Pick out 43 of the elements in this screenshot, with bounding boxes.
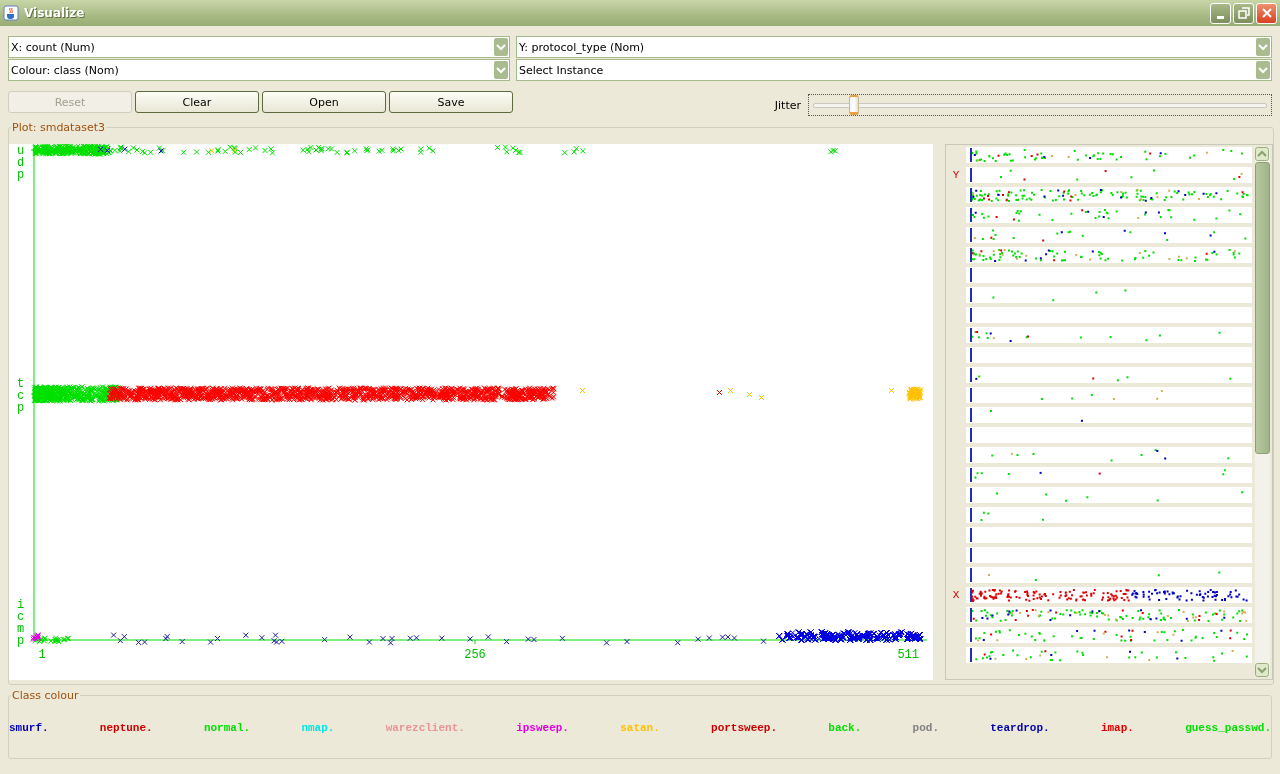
jitter-label: Jitter	[774, 98, 801, 112]
chevron-down-icon	[496, 43, 506, 51]
axis-marker: X	[952, 589, 960, 601]
x-tick-label: 511	[897, 648, 919, 662]
scroll-up-icon[interactable]	[1255, 147, 1269, 161]
class-label[interactable]: smurf.	[9, 722, 49, 734]
minimize-button[interactable]	[1210, 2, 1231, 24]
class-label[interactable]: ipsweep.	[516, 722, 569, 734]
toolbar-button[interactable]: Open	[262, 91, 386, 113]
dropdown[interactable]: Select Instance	[516, 59, 1272, 81]
cup-icon	[3, 5, 19, 21]
class-label[interactable]: imap.	[1100, 722, 1134, 734]
y-category-label: icmp	[17, 598, 25, 648]
maximize-button[interactable]	[1233, 2, 1254, 24]
window-title: Visualize	[24, 6, 85, 20]
dropdown[interactable]: X: count (Num)	[8, 36, 510, 58]
close-icon	[1260, 7, 1273, 19]
class-colour-title: Class colour	[11, 689, 80, 702]
chevron-down-icon	[1258, 43, 1268, 51]
x-tick-label: 256	[464, 648, 486, 662]
toolbar-button[interactable]: Save	[389, 91, 513, 113]
restore-icon	[1237, 7, 1250, 19]
class-label[interactable]: portsweep.	[711, 722, 778, 734]
plot-group-title: Plot: smdataset3	[11, 121, 106, 134]
y-category-label: udp	[17, 144, 25, 182]
jitter-slider[interactable]	[808, 94, 1272, 116]
x-tick-label: 1	[38, 648, 46, 662]
axis-marker: Y	[952, 169, 960, 181]
dropdown[interactable]: Colour: class (Nom)	[8, 59, 510, 81]
chevron-down-icon	[496, 66, 506, 74]
vertical-scrollbar[interactable]	[1255, 147, 1270, 677]
dropdown[interactable]: Y: protocol_type (Nom)	[516, 36, 1272, 58]
class-label[interactable]: teardrop.	[990, 722, 1050, 734]
minimize-icon	[1217, 15, 1224, 19]
scroll-down-icon[interactable]	[1255, 663, 1269, 677]
toolbar-button[interactable]: Clear	[135, 91, 259, 113]
class-label[interactable]: pod.	[912, 722, 939, 734]
y-category-label: tcp	[17, 377, 25, 415]
close-button[interactable]	[1256, 2, 1277, 24]
scroll-thumb[interactable]	[1255, 162, 1270, 454]
chevron-down-icon	[1258, 66, 1268, 74]
slider-thumb[interactable]	[849, 94, 860, 115]
class-label[interactable]: neptune.	[99, 722, 153, 734]
